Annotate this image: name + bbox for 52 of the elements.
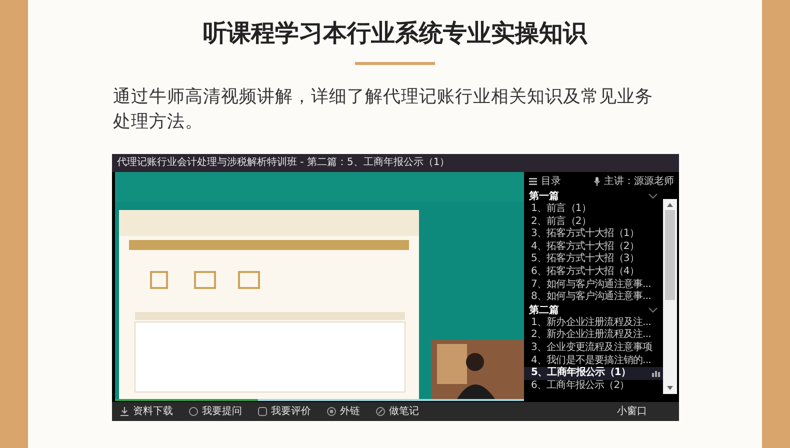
- page-heading: 听课程学习本行业系统专业实操知识: [202, 18, 588, 49]
- lesson-title: 2、前言（2）: [531, 216, 591, 228]
- lesson-item[interactable]: 2、新办企业注册流程及注...: [524, 329, 663, 342]
- lesson-title: 2、新办企业注册流程及注...: [531, 329, 651, 342]
- lesson-item[interactable]: 5、工商年报公示（1）: [524, 367, 663, 380]
- lesson-title: 7、如何与客户沟通注意事...: [531, 278, 651, 290]
- lesson-title: 5、拓客方式十大招（3）: [531, 253, 639, 266]
- pencil-icon: [376, 407, 385, 416]
- lesson-title: 6、拓客方式十大招（4）: [531, 266, 639, 278]
- section-header[interactable]: 第一篇: [524, 190, 663, 203]
- microphone-icon: [594, 176, 600, 186]
- catalog-label: 目录: [541, 174, 561, 188]
- scrollbar-thumb[interactable]: [665, 210, 675, 300]
- lesson-title: 4、我们是不是要搞注销的...: [531, 354, 651, 366]
- circle-icon: [189, 407, 198, 416]
- section-title: 第二篇: [529, 304, 559, 316]
- lesson-item[interactable]: 4、我们是不是要搞注销的...: [524, 354, 663, 368]
- lesson-item[interactable]: 1、前言（1）: [524, 203, 663, 216]
- lesson-title: 3、企业变更流程及注意事项: [531, 342, 652, 354]
- video-title: 代理记账行业会计处理与涉税解析特训班 - 第二篇：5、工商年报公示（1）: [112, 154, 679, 172]
- download-icon: [120, 407, 129, 416]
- lesson-item[interactable]: 7、如何与客户沟通注意事...: [524, 278, 663, 292]
- lesson-item[interactable]: 6、工商年报公示（2）: [524, 380, 663, 392]
- lesson-title: 5、工商年报公示（1）: [531, 367, 631, 380]
- toolbar-link[interactable]: 我要提问: [202, 404, 242, 419]
- scroll-up-icon[interactable]: [666, 202, 674, 208]
- lesson-item[interactable]: 5、拓客方式十大招（3）: [524, 253, 663, 266]
- lecturer-label: 主讲：源源老师: [604, 174, 674, 188]
- lesson-title: 3、拓客方式十大招（1）: [531, 228, 639, 240]
- list-icon: [529, 178, 537, 184]
- scroll-down-icon[interactable]: [666, 385, 674, 391]
- lesson-item[interactable]: 3、企业变更流程及注意事项: [524, 342, 663, 355]
- target-icon: [327, 407, 336, 416]
- lesson-item[interactable]: 1、新办企业注册流程及注...: [524, 316, 663, 330]
- lesson-title: 1、新办企业注册流程及注...: [531, 316, 651, 328]
- square-icon: [258, 407, 267, 416]
- lesson-item[interactable]: 6、拓客方式十大招（4）: [524, 266, 663, 279]
- intro-paragraph: 通过牛师高清视频讲解，详细了解代理记账行业相关知识及常见业务处理方法。: [113, 86, 654, 134]
- toolbar-link[interactable]: 资料下载: [133, 404, 173, 419]
- toolbar-link[interactable]: 做笔记: [389, 404, 419, 419]
- lesson-item[interactable]: 3、拓客方式十大招（1）: [524, 228, 663, 241]
- lesson-item[interactable]: 2、前言（2）: [524, 216, 663, 228]
- lesson-title: 6、工商年报公示（2）: [531, 380, 630, 392]
- section-title: 第一篇: [529, 190, 559, 202]
- lesson-item[interactable]: 4、拓客方式十大招（2）: [524, 240, 663, 254]
- playing-icon: [652, 371, 660, 378]
- toolbar-link[interactable]: 我要评价: [271, 404, 311, 419]
- lesson-title: 4、拓客方式十大招（2）: [531, 240, 639, 252]
- toolbar-link[interactable]: 外链: [340, 404, 360, 419]
- section-header[interactable]: 第二篇: [524, 304, 663, 317]
- lesson-title: 1、前言（1）: [531, 203, 591, 216]
- mini-window-link[interactable]: 小窗口: [617, 404, 647, 419]
